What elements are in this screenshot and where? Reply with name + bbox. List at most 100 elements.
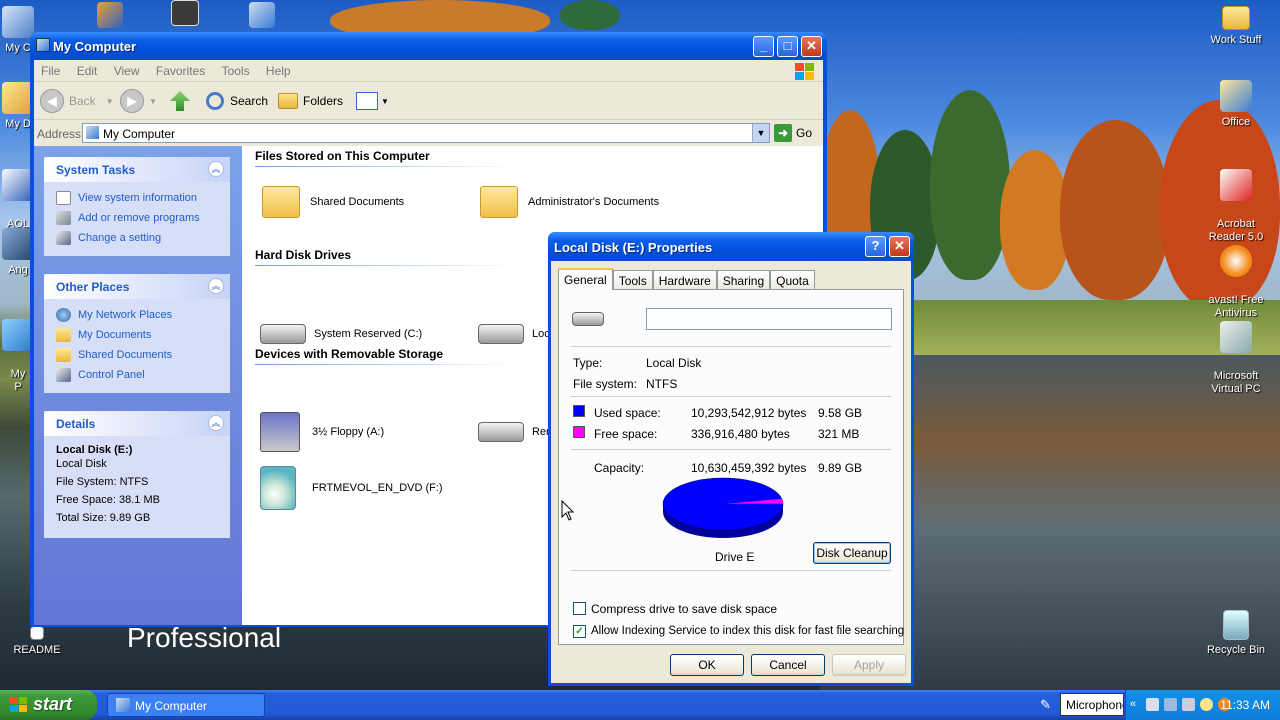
recycle-bin-icon: [1223, 610, 1249, 640]
back-button[interactable]: ◀ Back ▼: [40, 88, 114, 114]
item-shared-documents[interactable]: Shared Documents: [262, 186, 404, 218]
task-view-system-information[interactable]: View system information: [56, 188, 230, 208]
item-floppy-a[interactable]: 3½ Floppy (A:): [260, 412, 384, 452]
minimize-button[interactable]: _: [753, 36, 774, 57]
maximize-button[interactable]: □: [777, 36, 798, 57]
item-dvd-f[interactable]: FRTMEVOL_EN_DVD (F:): [260, 466, 443, 510]
item-administrators-documents[interactable]: Administrator's Documents: [480, 186, 659, 218]
tab-strip: General Tools Hardware Sharing Quota: [558, 268, 815, 290]
desktop-icon-avast[interactable]: avast! Free Antivirus: [1196, 232, 1276, 320]
collapse-icon[interactable]: ︽: [208, 415, 224, 431]
clock: 11:33 AM: [1220, 698, 1270, 712]
panel-title: Details: [56, 417, 96, 431]
place-control-panel[interactable]: Control Panel: [56, 365, 230, 385]
address-bar: Address My Computer ▼ ➜ Go: [34, 120, 823, 146]
menu-bar: File Edit View Favorites Tools Help: [34, 60, 823, 82]
close-button[interactable]: ✕: [801, 36, 822, 57]
menu-favorites[interactable]: Favorites: [149, 60, 211, 78]
network-icon[interactable]: [1164, 698, 1177, 711]
views-icon: [356, 92, 378, 110]
ok-button[interactable]: OK: [670, 654, 744, 676]
dialog-titlebar[interactable]: Local Disk (E:) Properties ? ✕: [548, 232, 914, 261]
person-icon[interactable]: [1200, 698, 1213, 711]
place-label: Shared Documents: [78, 349, 173, 361]
volume-label-input[interactable]: [646, 308, 892, 330]
tab-hardware[interactable]: Hardware: [652, 270, 717, 289]
task-label: Add or remove programs: [78, 212, 200, 224]
details-header[interactable]: Details ︽: [44, 411, 230, 436]
up-button[interactable]: [170, 88, 190, 114]
help-button[interactable]: ?: [865, 236, 886, 257]
address-input[interactable]: My Computer ▼: [82, 123, 770, 143]
group-header-files: Files Stored on This Computer: [255, 149, 430, 163]
search-label: Search: [230, 94, 269, 108]
collapse-icon[interactable]: ︽: [208, 278, 224, 294]
desktop-icon-top-1[interactable]: [70, 2, 150, 32]
search-button[interactable]: Search: [206, 88, 268, 114]
folder-icon: [480, 186, 518, 218]
place-my-documents[interactable]: My Documents: [56, 325, 230, 345]
forward-button[interactable]: ▶ ▼: [120, 88, 157, 114]
app-icon: [97, 2, 123, 28]
group-header-hard-disks: Hard Disk Drives: [255, 248, 352, 262]
item-local-disk-e[interactable]: Loca: [478, 324, 556, 344]
other-places-header[interactable]: Other Places ︽: [44, 274, 230, 299]
system-tasks-header[interactable]: System Tasks ︽: [44, 157, 230, 182]
tab-general[interactable]: General: [558, 268, 613, 290]
tab-tools[interactable]: Tools: [612, 270, 653, 289]
task-add-remove-programs[interactable]: Add or remove programs: [56, 208, 230, 228]
desktop-icon-label: Microsoft Virtual PC: [1211, 370, 1261, 395]
chevron-down-icon: ▼: [105, 96, 114, 106]
tray-expand-icon[interactable]: «: [1130, 698, 1136, 710]
desktop-icon-readme[interactable]: README: [0, 626, 77, 657]
used-space-label: Used space:: [594, 406, 661, 420]
taskbar-button-my-computer[interactable]: My Computer: [107, 693, 265, 717]
documents-folder-icon: [56, 328, 71, 342]
tray-app-icon[interactable]: [1146, 698, 1159, 711]
desktop-icon-virtual-pc[interactable]: Microsoft Virtual PC: [1196, 308, 1276, 396]
tab-quota[interactable]: Quota: [770, 270, 815, 289]
compress-checkbox[interactable]: [573, 602, 586, 615]
hard-drive-icon: [572, 312, 604, 326]
collapse-icon[interactable]: ︽: [208, 161, 224, 177]
menu-file[interactable]: File: [34, 60, 66, 78]
menu-tools[interactable]: Tools: [215, 60, 256, 78]
go-label: Go: [796, 126, 813, 140]
speaker-icon[interactable]: [1182, 698, 1195, 711]
views-button[interactable]: ▼: [356, 88, 389, 114]
my-computer-icon: [116, 698, 130, 712]
start-button[interactable]: start: [0, 690, 97, 720]
indexing-checkbox[interactable]: ✓: [573, 625, 586, 638]
microphone-icon[interactable]: ✎: [1040, 697, 1056, 713]
address-dropdown-button[interactable]: ▼: [752, 124, 769, 142]
menu-help[interactable]: Help: [259, 60, 297, 78]
file-system-value: NTFS: [646, 377, 678, 391]
desktop-icon-work-stuff[interactable]: Work Stuff: [1196, 6, 1276, 47]
place-shared-documents[interactable]: Shared Documents: [56, 345, 230, 365]
menu-edit[interactable]: Edit: [70, 60, 104, 78]
cancel-button[interactable]: Cancel: [751, 654, 825, 676]
window-titlebar[interactable]: My Computer _ □ ✕: [30, 32, 827, 60]
desktop-icon-office[interactable]: Office: [1196, 80, 1276, 129]
tab-sharing[interactable]: Sharing: [716, 270, 771, 289]
place-my-network-places[interactable]: My Network Places: [56, 305, 230, 325]
capacity-size: 9.89 GB: [818, 461, 863, 475]
autumn-tree: [1060, 120, 1170, 300]
folders-button[interactable]: Folders: [278, 88, 343, 114]
desktop-icon-acrobat[interactable]: Acrobat Reader 5.0: [1196, 156, 1276, 244]
go-button[interactable]: ➜ Go: [774, 124, 812, 142]
language-bar-microphone[interactable]: Microphone: [1060, 693, 1124, 716]
my-computer-icon: [36, 38, 50, 52]
item-removable-disk[interactable]: Rem: [478, 422, 555, 442]
task-label: View system information: [78, 192, 198, 204]
desktop-icon-top-2[interactable]: [145, 0, 225, 30]
task-change-setting[interactable]: Change a setting: [56, 228, 230, 248]
shared-folder-icon: [56, 348, 71, 362]
menu-view[interactable]: View: [107, 60, 146, 78]
apply-button[interactable]: Apply: [832, 654, 906, 676]
desktop-icon-recycle-bin[interactable]: Recycle Bin: [1196, 610, 1276, 657]
item-system-reserved-c[interactable]: System Reserved (C:): [260, 324, 422, 344]
desktop-icon-top-3[interactable]: [222, 2, 302, 32]
close-button[interactable]: ✕: [889, 236, 910, 257]
disk-cleanup-button[interactable]: Disk Cleanup: [813, 542, 891, 564]
